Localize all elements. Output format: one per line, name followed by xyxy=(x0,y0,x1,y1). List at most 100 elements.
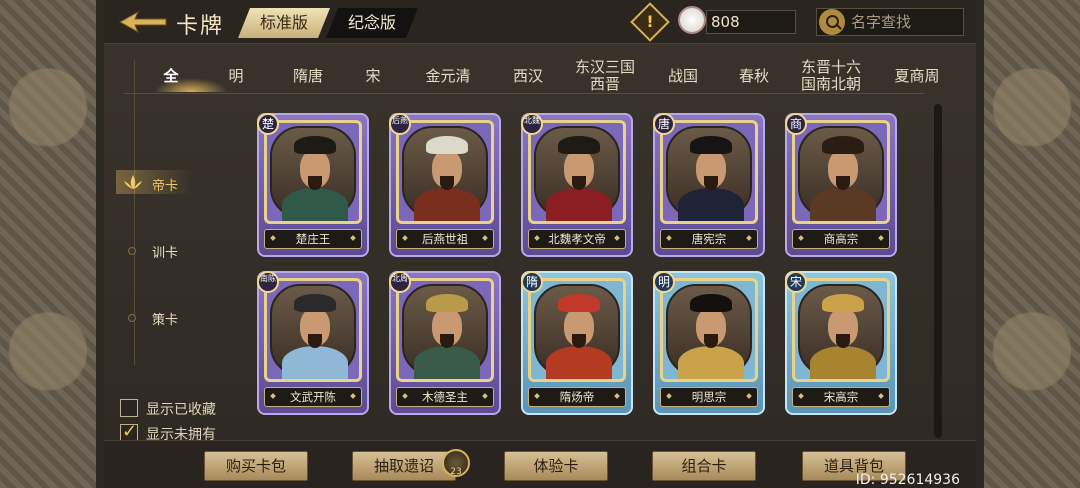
search-icon[interactable] xyxy=(819,9,845,35)
tab-dynasty[interactable]: 西汉 xyxy=(494,67,562,85)
tab-label: 全 xyxy=(163,66,179,85)
combo-card-button[interactable]: 组合卡 xyxy=(652,451,756,481)
dynasty-badge: 楚 xyxy=(257,113,279,135)
portrait-crown xyxy=(294,136,336,154)
portrait-crown xyxy=(558,294,600,312)
trial-card-button[interactable]: 体验卡 xyxy=(504,451,608,481)
card-frame xyxy=(528,278,626,382)
crane-coin-icon xyxy=(678,6,706,34)
tab-label: 金元清 xyxy=(425,66,471,85)
portrait-beard xyxy=(308,176,322,190)
edict-count-badge: 23 xyxy=(442,449,470,477)
portrait-beard xyxy=(572,176,586,190)
dynasty-badge: 宋 xyxy=(785,271,807,293)
buy-card-pack-button[interactable]: 购买卡包 xyxy=(204,451,308,481)
dynasty-badge: 商 xyxy=(785,113,807,135)
portrait-robe xyxy=(546,346,612,379)
card-name-plate: 后燕世祖 xyxy=(396,229,494,249)
dynasty-badge: 后燕 xyxy=(389,113,411,135)
draw-edict-button[interactable]: 抽取遗诏 xyxy=(352,451,456,481)
portrait-crown xyxy=(822,136,864,154)
card-frame xyxy=(528,120,626,224)
emperor-card[interactable]: 北魏 北魏孝文帝 xyxy=(521,113,633,257)
portrait-crown xyxy=(294,294,336,312)
checkbox-icon[interactable] xyxy=(120,399,138,417)
dynasty-badge: 北魏 xyxy=(521,113,543,135)
emperor-card[interactable]: 宋宋高宗 xyxy=(785,271,897,415)
portrait-beard xyxy=(440,334,454,348)
bottom-action-bar: 购买卡包 抽取遗诏 23 体验卡 组合卡 道具背包 ID: 952614936 xyxy=(104,440,976,488)
portrait-robe xyxy=(282,188,348,221)
card-name-plate: 宋高宗 xyxy=(792,387,890,407)
right-ornament-panel xyxy=(980,0,1080,488)
tab-dynasty[interactable]: 夏商周 xyxy=(872,67,962,85)
page-title: 卡牌 xyxy=(176,14,225,39)
tab-commemorative-version[interactable]: 纪念版 xyxy=(326,8,418,38)
portrait-crown xyxy=(690,136,732,154)
category-label: 策卡 xyxy=(152,313,179,328)
emperor-card[interactable]: 商商高宗 xyxy=(785,113,897,257)
card-frame xyxy=(792,278,890,382)
dynasty-badge: 北周 xyxy=(389,271,411,293)
portrait-robe xyxy=(678,188,744,221)
tab-label: 春秋 xyxy=(738,66,769,85)
emperor-card[interactable]: 明明思宗 xyxy=(653,271,765,415)
user-id: ID: 952614936 xyxy=(855,472,960,488)
tab-dynasty[interactable]: 全 xyxy=(142,66,200,85)
portrait-crown xyxy=(426,294,468,312)
tab-dynasty[interactable]: 东晋十六 国南北朝 xyxy=(790,59,872,93)
search-box xyxy=(816,8,964,36)
portrait-crown xyxy=(558,136,600,154)
portrait-robe xyxy=(282,346,348,379)
emperor-card[interactable]: 楚楚庄王 xyxy=(257,113,369,257)
category-dot-icon xyxy=(128,247,136,255)
card-frame xyxy=(660,120,758,224)
card-frame xyxy=(396,120,494,224)
card-frame xyxy=(792,120,890,224)
portrait-robe xyxy=(414,188,480,221)
tab-dynasty[interactable]: 明 xyxy=(200,66,272,85)
back-arrow-icon[interactable] xyxy=(118,10,168,34)
tab-label: 明 xyxy=(228,66,244,85)
card-frame xyxy=(264,120,362,224)
tab-label: 隋唐 xyxy=(292,66,323,85)
search-input[interactable] xyxy=(851,12,959,32)
card-name-plate: 商高宗 xyxy=(792,229,890,249)
tab-dynasty[interactable]: 东汉三国 西晋 xyxy=(562,59,648,93)
card-name-plate: 文武开陈 xyxy=(264,387,362,407)
emperor-portrait xyxy=(270,284,356,379)
emperor-portrait xyxy=(798,126,884,221)
portrait-beard xyxy=(836,334,850,348)
category-dot-icon xyxy=(128,314,136,322)
emperor-portrait xyxy=(534,284,620,379)
portrait-crown xyxy=(690,294,732,312)
tab-divider xyxy=(124,93,924,94)
emperor-portrait xyxy=(402,126,488,221)
card-frame xyxy=(264,278,362,382)
tab-label-line2: 国南北朝 xyxy=(800,75,861,93)
card-name-plate: 楚庄王 xyxy=(264,229,362,249)
tab-label: 东晋十六 xyxy=(800,58,861,76)
tab-dynasty[interactable]: 春秋 xyxy=(718,66,790,85)
tab-standard-version[interactable]: 标准版 xyxy=(238,8,330,38)
tab-dynasty[interactable]: 宋 xyxy=(344,66,402,85)
tab-dynasty[interactable]: 金元清 xyxy=(402,66,494,85)
emperor-card[interactable]: 南陈 文武开陈 xyxy=(257,271,369,415)
top-bar: 卡牌 标准版 纪念版 ! 808 xyxy=(104,0,976,44)
tab-dynasty[interactable]: 战国 xyxy=(648,67,718,85)
emperor-card[interactable]: 唐唐宪宗 xyxy=(653,113,765,257)
dynasty-filter-tabs: 全明隋唐宋金元清 西汉 东汉三国 西晋 战国 春秋 东晋十六 国南北朝 夏商周 xyxy=(142,56,939,96)
portrait-beard xyxy=(704,334,718,348)
notice-warning-icon[interactable]: ! xyxy=(630,2,670,42)
tab-dynasty[interactable]: 隋唐 xyxy=(272,66,344,85)
card-grid-scrollbar[interactable] xyxy=(934,104,942,438)
emperor-card[interactable]: 后燕后燕世祖 xyxy=(389,113,501,257)
emperor-portrait xyxy=(666,284,752,379)
emperor-card[interactable]: 隋隋炀帝 xyxy=(521,271,633,415)
emperor-card[interactable]: 北周 木德圣主 xyxy=(389,271,501,415)
tab-label: 宋 xyxy=(365,66,381,85)
card-frame xyxy=(396,278,494,382)
emperor-portrait xyxy=(534,126,620,221)
card-name-plate: 隋炀帝 xyxy=(528,387,626,407)
portrait-beard xyxy=(308,334,322,348)
